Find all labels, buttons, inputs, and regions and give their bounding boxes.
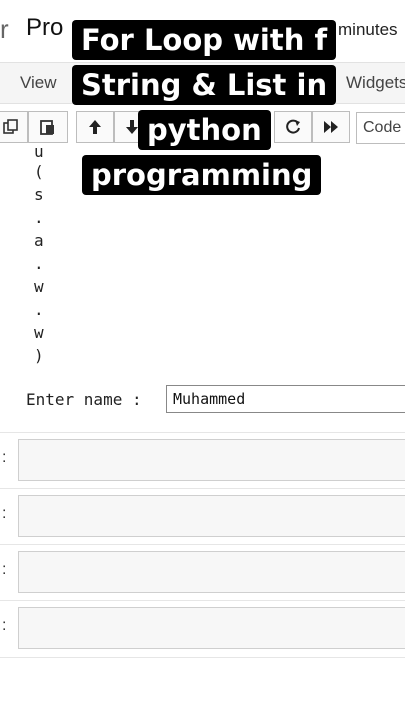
move-up-button[interactable] <box>76 111 114 143</box>
copy-button[interactable] <box>0 111 28 143</box>
cell-prompt: : <box>2 449 7 466</box>
menu-view[interactable]: View <box>20 73 57 93</box>
paste-icon <box>39 118 57 136</box>
output-char: ( <box>34 162 44 181</box>
cell-prompt: : <box>2 561 7 578</box>
restart-run-all-button[interactable] <box>312 111 350 143</box>
output-char: s <box>34 185 44 204</box>
cell-editor[interactable] <box>18 439 405 481</box>
cell-editor[interactable] <box>18 551 405 593</box>
cell-prompt: : <box>2 617 7 634</box>
notebook-title[interactable]: Pro <box>26 14 63 42</box>
code-cell: : <box>0 544 405 601</box>
code-cell: : <box>0 600 405 658</box>
fast-forward-icon <box>322 118 340 136</box>
cell-prompt: : <box>2 505 7 522</box>
restart-button[interactable] <box>274 111 312 143</box>
cell-type-select[interactable]: Code <box>356 112 405 144</box>
input-prompt-label: Enter name : <box>26 390 142 409</box>
output-char: w <box>34 277 44 296</box>
caption-line: programming <box>82 155 322 195</box>
output-char: u <box>34 142 44 161</box>
arrow-up-icon <box>86 118 104 136</box>
output-char: . <box>34 254 44 273</box>
copy-icon <box>2 118 20 136</box>
output-char: . <box>34 208 44 227</box>
code-cell: : <box>0 432 405 489</box>
menu-widgets[interactable]: Widgets <box>346 73 405 93</box>
cell-editor[interactable] <box>18 607 405 649</box>
caption-line: python <box>138 110 271 150</box>
paste-button[interactable] <box>28 111 68 143</box>
name-input[interactable]: Muhammed <box>166 385 405 413</box>
logo-fragment: r <box>0 14 9 44</box>
output-char: w <box>34 323 44 342</box>
output-char: ) <box>34 346 44 365</box>
save-status: minutes <box>338 20 398 39</box>
caption-line: String & List in <box>72 65 337 105</box>
caption-line: For Loop with f <box>72 20 337 60</box>
code-cell: : <box>0 488 405 545</box>
output-char: . <box>34 300 44 319</box>
output-char: a <box>34 231 44 250</box>
restart-icon <box>284 118 302 136</box>
cell-editor[interactable] <box>18 495 405 537</box>
